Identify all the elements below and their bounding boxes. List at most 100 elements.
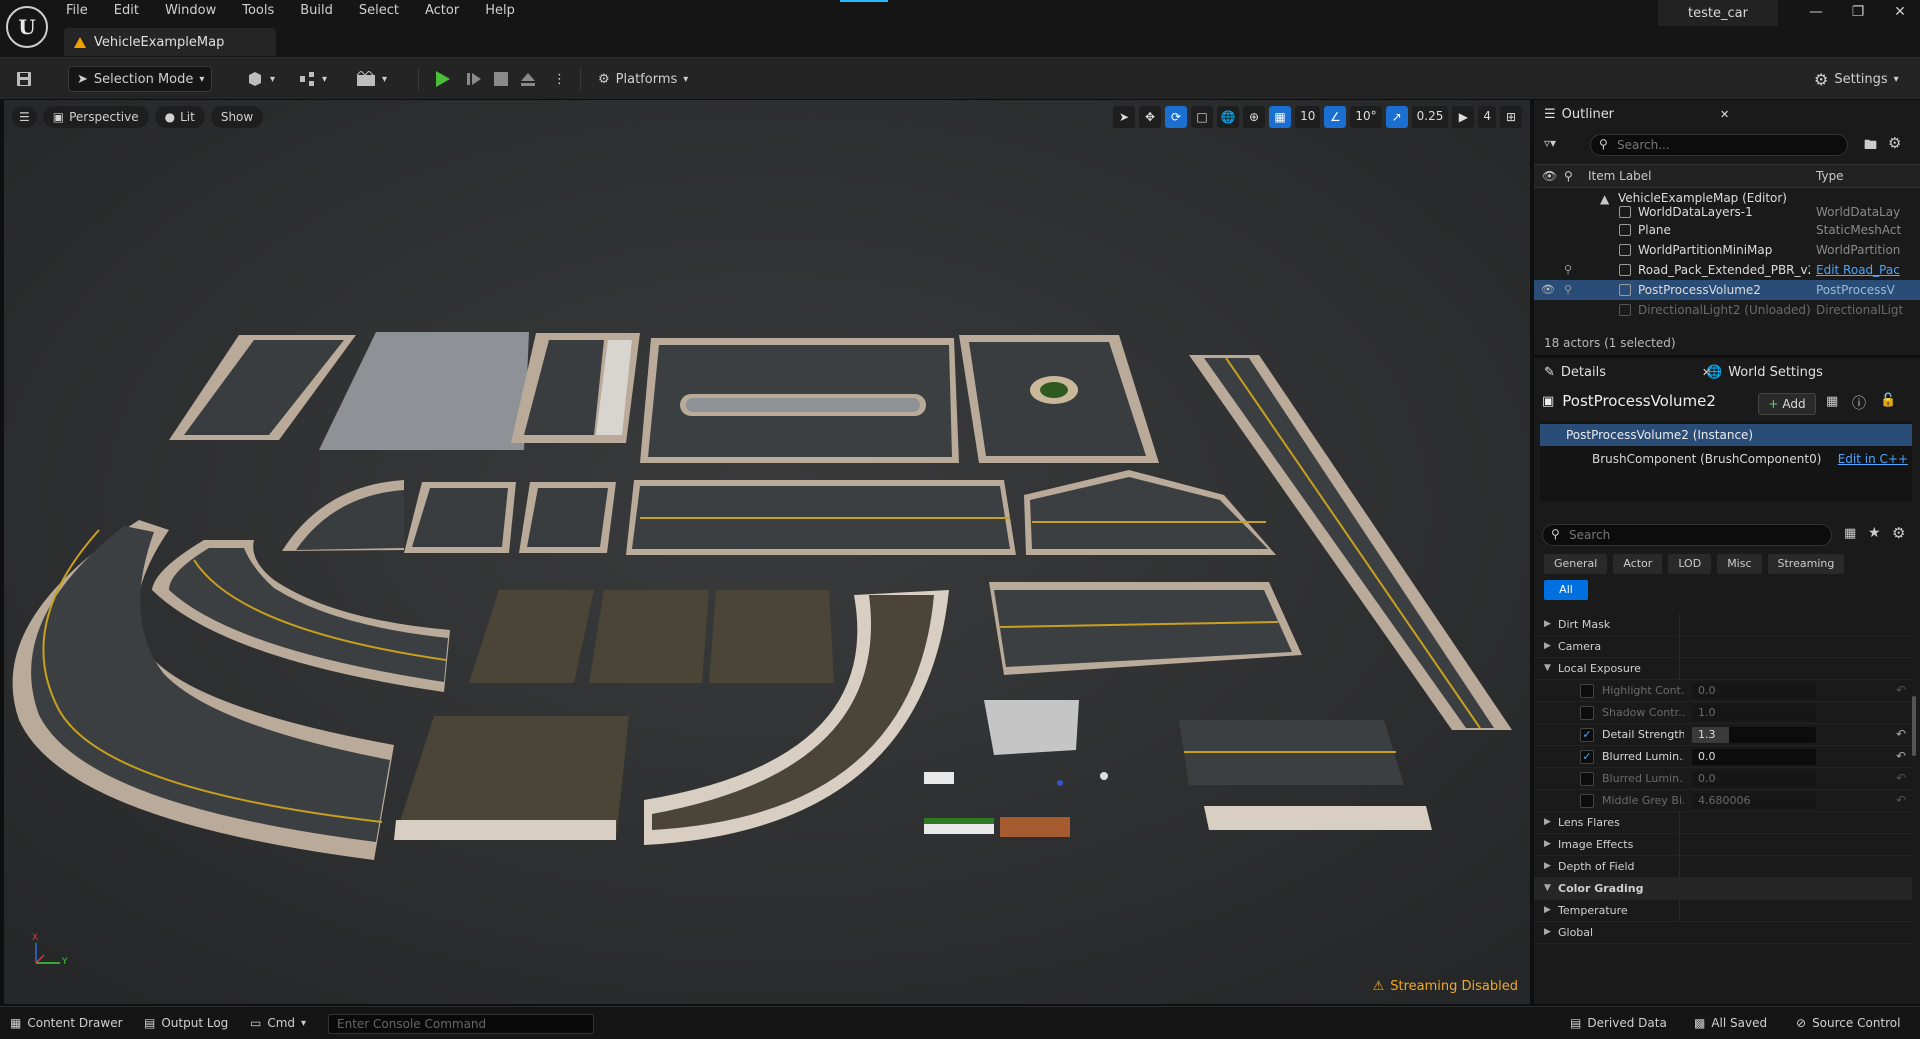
reset-icon[interactable]: ↶ bbox=[1896, 771, 1906, 785]
list-item[interactable]: WorldPartitionMiniMap WorldPartition bbox=[1534, 240, 1920, 260]
selection-mode-dropdown[interactable]: ➤ Selection Mode ▾ bbox=[68, 66, 212, 92]
source-control-button[interactable]: ⊘ Source Control bbox=[1796, 1016, 1900, 1030]
property-value-input[interactable]: 4.680006 bbox=[1692, 793, 1816, 809]
console-command-input[interactable]: Enter Console Command bbox=[328, 1014, 594, 1034]
stop-icon[interactable] bbox=[494, 66, 508, 92]
viewport-menu-button[interactable]: ☰ bbox=[12, 106, 37, 128]
visibility-col-icon[interactable]: 👁 bbox=[1542, 169, 1557, 183]
reset-icon[interactable]: ↶ bbox=[1896, 793, 1906, 807]
filter-general[interactable]: General bbox=[1544, 554, 1608, 574]
world-settings-tab[interactable]: 🌐 World Settings bbox=[1698, 360, 1823, 384]
blueprint-icon[interactable]: ▦ bbox=[1826, 394, 1838, 409]
override-checkbox[interactable] bbox=[1580, 772, 1594, 786]
close-icon[interactable]: ✕ bbox=[1720, 108, 1729, 121]
settings-dropdown[interactable]: ⚙ Settings ▾ bbox=[1814, 66, 1899, 92]
list-item[interactable]: WorldDataLayers-1 WorldDataLay bbox=[1534, 202, 1920, 220]
property-value-input[interactable]: 1.0 bbox=[1692, 705, 1816, 721]
camera-speed-value[interactable]: 4 bbox=[1478, 106, 1496, 128]
menu-actor[interactable]: Actor bbox=[412, 2, 472, 22]
save-icon[interactable] bbox=[16, 66, 32, 92]
scrollbar[interactable] bbox=[1912, 696, 1916, 756]
blueprint-icon[interactable]: ▾ bbox=[298, 66, 327, 92]
filter-misc[interactable]: Misc bbox=[1717, 554, 1762, 574]
property-value-input[interactable]: 1.3 bbox=[1692, 727, 1816, 743]
list-item-selected[interactable]: 👁 ⚲ PostProcessVolume2 PostProcessV bbox=[1534, 280, 1920, 300]
eye-icon[interactable]: 👁 bbox=[1541, 283, 1555, 296]
grid-snap-value[interactable]: 10 bbox=[1295, 106, 1321, 128]
category-image-effects[interactable]: ▶ Image Effects bbox=[1534, 834, 1912, 856]
category-dirt-mask[interactable]: ▶ Dirt Mask bbox=[1534, 614, 1912, 636]
menu-tools[interactable]: Tools bbox=[229, 2, 287, 22]
list-item[interactable]: Plane StaticMeshAct bbox=[1534, 220, 1920, 240]
restore-icon[interactable]: ❐ bbox=[1838, 4, 1878, 24]
rotation-snap-icon[interactable]: ∠ bbox=[1324, 106, 1347, 128]
category-temperature[interactable]: ▶ Temperature bbox=[1534, 900, 1912, 922]
brush-component-row[interactable]: BrushComponent (BrushComponent0) Edit in… bbox=[1540, 448, 1912, 470]
category-color-grading[interactable]: ▼ Color Grading bbox=[1534, 878, 1912, 900]
scale-snap-value[interactable]: 0.25 bbox=[1411, 106, 1449, 128]
menu-select[interactable]: Select bbox=[346, 2, 412, 22]
cmd-dropdown[interactable]: ▭ Cmd ▾ bbox=[250, 1016, 306, 1030]
minimize-icon[interactable]: — bbox=[1796, 4, 1836, 24]
add-component-button[interactable]: + Add bbox=[1758, 393, 1816, 415]
select-tool-icon[interactable]: ➤ bbox=[1113, 106, 1136, 128]
scale-snap-icon[interactable]: ↗ bbox=[1385, 106, 1408, 128]
outliner-search-input[interactable]: ⚲ Search... bbox=[1590, 134, 1848, 156]
rotation-snap-value[interactable]: 10° bbox=[1350, 106, 1382, 128]
star-icon[interactable]: ★ bbox=[1868, 525, 1881, 541]
filter-streaming[interactable]: Streaming bbox=[1767, 554, 1845, 574]
filter-actor[interactable]: Actor bbox=[1613, 554, 1663, 574]
show-button[interactable]: Show bbox=[210, 106, 264, 128]
category-lens-flares[interactable]: ▶ Lens Flares bbox=[1534, 812, 1912, 834]
details-search-input[interactable]: ⚲ Search bbox=[1542, 524, 1832, 546]
override-checkbox[interactable] bbox=[1580, 684, 1594, 698]
pin-col-icon[interactable]: ⚲ bbox=[1564, 169, 1573, 183]
category-global[interactable]: ▶ Global bbox=[1534, 922, 1912, 944]
world-space-icon[interactable]: 🌐 bbox=[1217, 106, 1240, 128]
list-item[interactable]: ⚲ Road_Pack_Extended_PBR_v2 Edit Road_Pa… bbox=[1534, 260, 1920, 280]
component-instance-row[interactable]: PostProcessVolume2 (Instance) bbox=[1540, 424, 1912, 446]
filter-lod[interactable]: LOD bbox=[1668, 554, 1712, 574]
surface-snap-icon[interactable]: ⊕ bbox=[1243, 106, 1266, 128]
eject-icon[interactable] bbox=[520, 66, 536, 92]
lock-icon[interactable]: 🔓 bbox=[1880, 393, 1896, 408]
rotate-tool-icon[interactable]: ⟳ bbox=[1165, 106, 1188, 128]
override-checkbox[interactable] bbox=[1580, 794, 1594, 808]
add-actor-icon[interactable]: ▾ bbox=[246, 66, 275, 92]
menu-window[interactable]: Window bbox=[152, 2, 229, 22]
menu-help[interactable]: Help bbox=[472, 2, 528, 22]
reset-icon[interactable]: ↶ bbox=[1896, 749, 1906, 763]
edit-link[interactable]: Edit Road_Pac bbox=[1816, 263, 1906, 277]
item-label-column[interactable]: Item Label bbox=[1588, 169, 1652, 183]
reset-icon[interactable]: ↶ bbox=[1896, 683, 1906, 697]
outliner-tab[interactable]: ☰ Outliner ✕ bbox=[1536, 102, 1729, 126]
list-item[interactable]: DirectionalLight2 (Unloaded) Directional… bbox=[1534, 300, 1920, 320]
menu-build[interactable]: Build bbox=[287, 2, 346, 22]
grid-snap-icon[interactable]: ▦ bbox=[1269, 106, 1292, 128]
pin-icon[interactable]: ⚲ bbox=[1564, 263, 1572, 276]
scale-tool-icon[interactable]: □ bbox=[1191, 106, 1214, 128]
type-column[interactable]: Type bbox=[1816, 169, 1844, 183]
gear-icon[interactable]: ⚙ bbox=[1888, 134, 1901, 152]
filter-all[interactable]: All bbox=[1544, 580, 1588, 600]
output-log-button[interactable]: ▤ Output Log bbox=[144, 1016, 228, 1030]
close-icon[interactable]: ✕ bbox=[1880, 4, 1920, 24]
move-tool-icon[interactable]: ✥ bbox=[1139, 106, 1162, 128]
help-icon[interactable]: ⓘ bbox=[1852, 393, 1866, 413]
level-viewport[interactable]: ☰ ▣ Perspective ● Lit Show ➤ ✥ ⟳ □ 🌐 ⊕ ▦… bbox=[4, 100, 1530, 1004]
perspective-button[interactable]: ▣ Perspective bbox=[42, 106, 149, 128]
lit-button[interactable]: ● Lit bbox=[154, 106, 205, 128]
override-checkbox-checked[interactable]: ✓ bbox=[1580, 750, 1594, 764]
play-options-icon[interactable]: ⋮ bbox=[553, 66, 566, 92]
layout-icon[interactable]: ⊞ bbox=[1500, 106, 1522, 128]
camera-speed-icon[interactable]: ▶ bbox=[1452, 106, 1475, 128]
details-tab[interactable]: ✎ Details ✕ bbox=[1536, 360, 1711, 384]
pin-icon[interactable]: ⚲ bbox=[1564, 283, 1572, 296]
derived-data-button[interactable]: ▤ Derived Data bbox=[1570, 1016, 1667, 1030]
property-value-input[interactable]: 0.0 bbox=[1692, 683, 1816, 699]
table-view-icon[interactable]: ▦ bbox=[1844, 526, 1856, 541]
property-value-input[interactable]: 0.0 bbox=[1692, 771, 1816, 787]
reset-icon[interactable]: ↶ bbox=[1896, 727, 1906, 741]
play-icon[interactable] bbox=[436, 66, 450, 92]
new-folder-icon[interactable]: 🖿 bbox=[1864, 136, 1877, 158]
